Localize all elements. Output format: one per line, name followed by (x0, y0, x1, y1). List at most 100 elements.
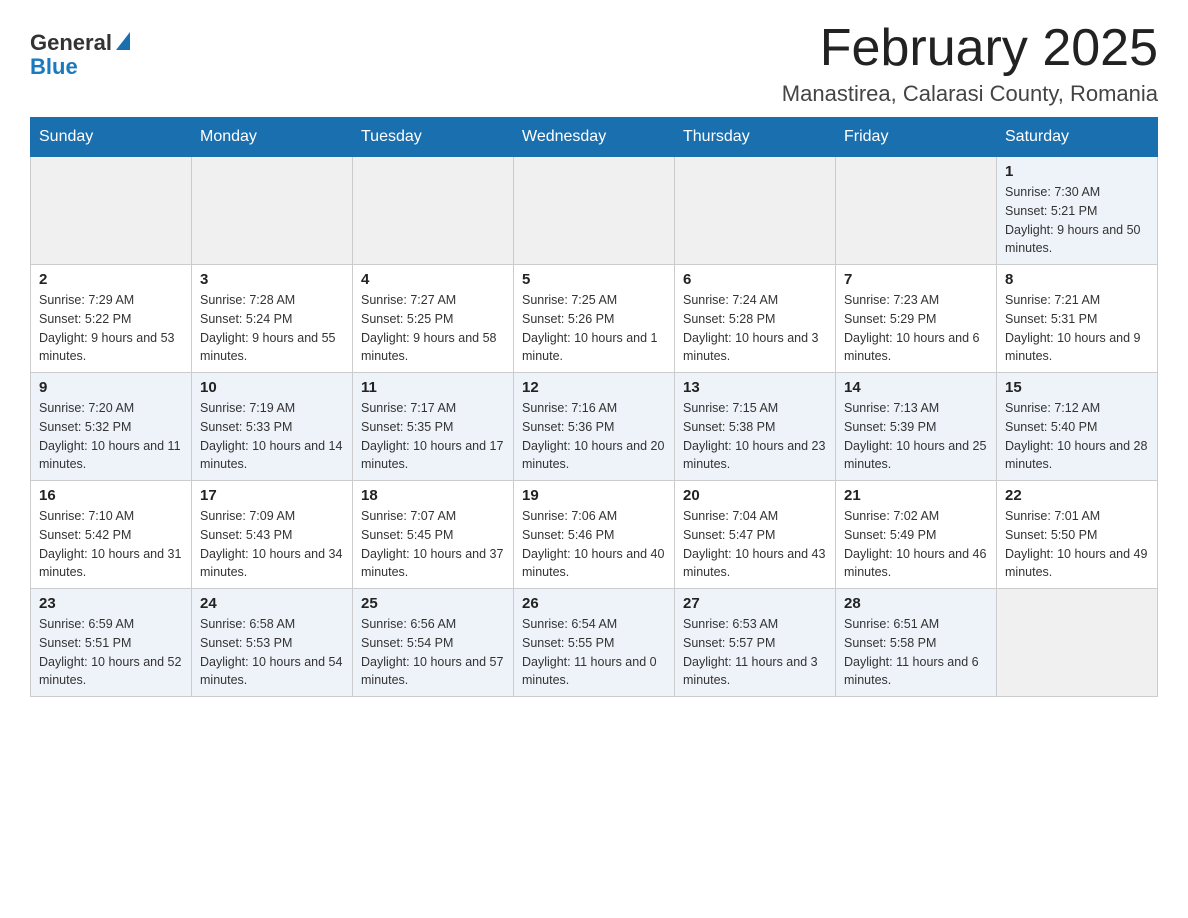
day-number: 16 (39, 487, 183, 504)
day-info: Sunrise: 7:01 AMSunset: 5:50 PMDaylight:… (1005, 507, 1149, 582)
calendar-week-4: 16 Sunrise: 7:10 AMSunset: 5:42 PMDayligh… (31, 481, 1158, 589)
table-row: 11 Sunrise: 7:17 AMSunset: 5:35 PMDayligh… (353, 373, 514, 481)
table-row: 21 Sunrise: 7:02 AMSunset: 5:49 PMDayligh… (836, 481, 997, 589)
day-info: Sunrise: 7:20 AMSunset: 5:32 PMDaylight:… (39, 399, 183, 474)
day-info: Sunrise: 7:25 AMSunset: 5:26 PMDaylight:… (522, 291, 666, 366)
day-info: Sunrise: 7:09 AMSunset: 5:43 PMDaylight:… (200, 507, 344, 582)
day-info: Sunrise: 6:59 AMSunset: 5:51 PMDaylight:… (39, 615, 183, 690)
day-number: 21 (844, 487, 988, 504)
day-info: Sunrise: 7:02 AMSunset: 5:49 PMDaylight:… (844, 507, 988, 582)
table-row: 1 Sunrise: 7:30 AMSunset: 5:21 PMDaylight… (997, 157, 1158, 265)
day-number: 9 (39, 379, 183, 396)
table-row: 24 Sunrise: 6:58 AMSunset: 5:53 PMDayligh… (192, 589, 353, 697)
table-row: 19Sunrise: 7:06 AMSunset: 5:46 PMDayligh… (514, 481, 675, 589)
day-number: 24 (200, 595, 344, 612)
table-row (192, 157, 353, 265)
day-info: Sunrise: 7:30 AMSunset: 5:21 PMDaylight:… (1005, 183, 1149, 258)
header-monday: Monday (192, 118, 353, 157)
table-row: 12 Sunrise: 7:16 AMSunset: 5:36 PMDayligh… (514, 373, 675, 481)
day-number: 1 (1005, 163, 1149, 180)
day-info: Sunrise: 7:12 AMSunset: 5:40 PMDaylight:… (1005, 399, 1149, 474)
day-number: 18 (361, 487, 505, 504)
table-row: 4 Sunrise: 7:27 AMSunset: 5:25 PMDaylight… (353, 265, 514, 373)
table-row: 14Sunrise: 7:13 AMSunset: 5:39 PMDayligh… (836, 373, 997, 481)
calendar-table: Sunday Monday Tuesday Wednesday Thursday… (30, 117, 1158, 697)
page-header: General Blue February 2025 Manastirea, C… (30, 20, 1158, 107)
day-number: 13 (683, 379, 827, 396)
table-row (514, 157, 675, 265)
day-info: Sunrise: 7:04 AMSunset: 5:47 PMDaylight:… (683, 507, 827, 582)
day-info: Sunrise: 7:17 AMSunset: 5:35 PMDaylight:… (361, 399, 505, 474)
header-thursday: Thursday (675, 118, 836, 157)
table-row: 20 Sunrise: 7:04 AMSunset: 5:47 PMDayligh… (675, 481, 836, 589)
day-info: Sunrise: 7:24 AMSunset: 5:28 PMDaylight:… (683, 291, 827, 366)
day-info: Sunrise: 7:10 AMSunset: 5:42 PMDaylight:… (39, 507, 183, 582)
table-row: 13 Sunrise: 7:15 AMSunset: 5:38 PMDayligh… (675, 373, 836, 481)
day-info: Sunrise: 6:56 AMSunset: 5:54 PMDaylight:… (361, 615, 505, 690)
day-number: 15 (1005, 379, 1149, 396)
day-number: 2 (39, 271, 183, 288)
table-row: 2Sunrise: 7:29 AMSunset: 5:22 PMDaylight… (31, 265, 192, 373)
table-row: 28 Sunrise: 6:51 AMSunset: 5:58 PMDayligh… (836, 589, 997, 697)
day-number: 5 (522, 271, 666, 288)
day-info: Sunrise: 7:21 AMSunset: 5:31 PMDaylight:… (1005, 291, 1149, 366)
table-row (353, 157, 514, 265)
calendar-header-row: Sunday Monday Tuesday Wednesday Thursday… (31, 118, 1158, 157)
calendar-week-2: 2Sunrise: 7:29 AMSunset: 5:22 PMDaylight… (31, 265, 1158, 373)
logo-blue-text: Blue (30, 54, 78, 80)
day-number: 4 (361, 271, 505, 288)
table-row: 7 Sunrise: 7:23 AMSunset: 5:29 PMDaylight… (836, 265, 997, 373)
location-title: Manastirea, Calarasi County, Romania (782, 81, 1158, 107)
table-row: 17Sunrise: 7:09 AMSunset: 5:43 PMDayligh… (192, 481, 353, 589)
day-info: Sunrise: 7:06 AMSunset: 5:46 PMDaylight:… (522, 507, 666, 582)
day-info: Sunrise: 6:51 AMSunset: 5:58 PMDaylight:… (844, 615, 988, 690)
day-number: 20 (683, 487, 827, 504)
day-number: 28 (844, 595, 988, 612)
title-section: February 2025 Manastirea, Calarasi Count… (782, 20, 1158, 107)
table-row: 8 Sunrise: 7:21 AMSunset: 5:31 PMDaylight… (997, 265, 1158, 373)
table-row: 5 Sunrise: 7:25 AMSunset: 5:26 PMDaylight… (514, 265, 675, 373)
day-number: 25 (361, 595, 505, 612)
table-row: 25 Sunrise: 6:56 AMSunset: 5:54 PMDayligh… (353, 589, 514, 697)
day-info: Sunrise: 7:23 AMSunset: 5:29 PMDaylight:… (844, 291, 988, 366)
header-wednesday: Wednesday (514, 118, 675, 157)
logo: General Blue (30, 20, 130, 80)
header-friday: Friday (836, 118, 997, 157)
table-row: 3 Sunrise: 7:28 AMSunset: 5:24 PMDaylight… (192, 265, 353, 373)
table-row: 6Sunrise: 7:24 AMSunset: 5:28 PMDaylight… (675, 265, 836, 373)
day-number: 10 (200, 379, 344, 396)
table-row (31, 157, 192, 265)
table-row: 26Sunrise: 6:54 AMSunset: 5:55 PMDayligh… (514, 589, 675, 697)
table-row: 22 Sunrise: 7:01 AMSunset: 5:50 PMDayligh… (997, 481, 1158, 589)
day-number: 8 (1005, 271, 1149, 288)
table-row (675, 157, 836, 265)
calendar-week-1: 1 Sunrise: 7:30 AMSunset: 5:21 PMDaylight… (31, 157, 1158, 265)
logo-general-text: General (30, 30, 112, 56)
day-number: 27 (683, 595, 827, 612)
day-number: 26 (522, 595, 666, 612)
day-info: Sunrise: 7:15 AMSunset: 5:38 PMDaylight:… (683, 399, 827, 474)
day-info: Sunrise: 7:16 AMSunset: 5:36 PMDaylight:… (522, 399, 666, 474)
day-info: Sunrise: 6:58 AMSunset: 5:53 PMDaylight:… (200, 615, 344, 690)
header-tuesday: Tuesday (353, 118, 514, 157)
header-saturday: Saturday (997, 118, 1158, 157)
table-row: 15 Sunrise: 7:12 AMSunset: 5:40 PMDayligh… (997, 373, 1158, 481)
table-row: 27 Sunrise: 6:53 AMSunset: 5:57 PMDayligh… (675, 589, 836, 697)
day-number: 11 (361, 379, 505, 396)
day-number: 14 (844, 379, 988, 396)
day-info: Sunrise: 7:28 AMSunset: 5:24 PMDaylight:… (200, 291, 344, 366)
logo-triangle-icon (116, 32, 130, 50)
calendar-week-3: 9 Sunrise: 7:20 AMSunset: 5:32 PMDaylight… (31, 373, 1158, 481)
day-number: 12 (522, 379, 666, 396)
day-info: Sunrise: 6:53 AMSunset: 5:57 PMDaylight:… (683, 615, 827, 690)
header-sunday: Sunday (31, 118, 192, 157)
table-row: 10Sunrise: 7:19 AMSunset: 5:33 PMDayligh… (192, 373, 353, 481)
day-number: 7 (844, 271, 988, 288)
day-info: Sunrise: 7:27 AMSunset: 5:25 PMDaylight:… (361, 291, 505, 366)
table-row (997, 589, 1158, 697)
day-number: 3 (200, 271, 344, 288)
table-row: 16 Sunrise: 7:10 AMSunset: 5:42 PMDayligh… (31, 481, 192, 589)
table-row: 18Sunrise: 7:07 AMSunset: 5:45 PMDayligh… (353, 481, 514, 589)
table-row: 9 Sunrise: 7:20 AMSunset: 5:32 PMDaylight… (31, 373, 192, 481)
day-number: 22 (1005, 487, 1149, 504)
